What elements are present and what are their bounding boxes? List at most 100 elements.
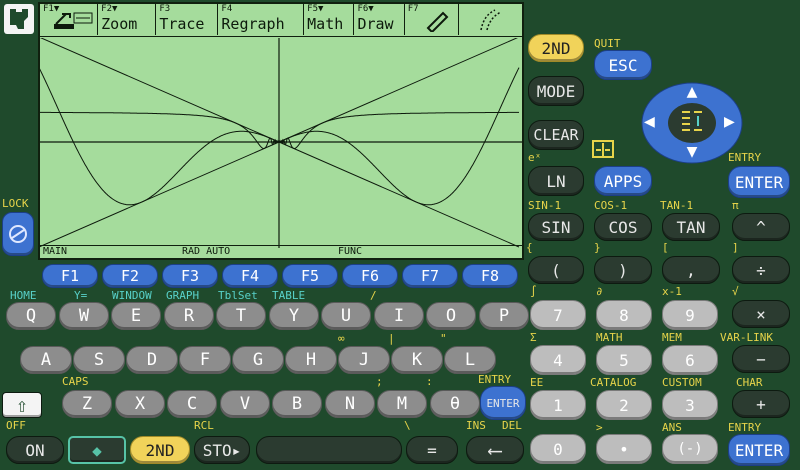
- key-l[interactable]: L: [444, 346, 496, 374]
- sin-key[interactable]: SIN: [528, 213, 584, 241]
- key-4[interactable]: 4: [530, 345, 586, 375]
- key-j[interactable]: J: [338, 346, 390, 374]
- key-2[interactable]: 2: [596, 390, 652, 420]
- key-o[interactable]: O: [426, 302, 476, 330]
- key-q[interactable]: Q: [6, 302, 56, 330]
- toolbar-f7-pen[interactable]: F7: [405, 4, 459, 35]
- toolbar-f3-trace[interactable]: F3 Trace: [156, 4, 219, 35]
- esc-key[interactable]: ESC: [594, 50, 652, 80]
- enter-key-top[interactable]: ENTER: [728, 166, 790, 198]
- on-key[interactable]: ON: [6, 436, 64, 464]
- negate-key[interactable]: (-): [662, 434, 718, 464]
- toolbar-f4-regraph[interactable]: F4 Regraph: [218, 4, 305, 35]
- hand-lock-key[interactable]: [2, 212, 34, 256]
- key-g[interactable]: G: [232, 346, 284, 374]
- key-0[interactable]: 0: [530, 434, 586, 464]
- toolbar-f8-more[interactable]: [459, 4, 522, 35]
- multiply-key[interactable]: ×: [732, 300, 790, 328]
- key-z[interactable]: Z: [62, 390, 112, 418]
- key-v[interactable]: V: [220, 390, 270, 418]
- function-key-4[interactable]: F4: [222, 264, 278, 288]
- sto-key[interactable]: STO▸: [194, 436, 250, 464]
- key-5[interactable]: 5: [596, 345, 652, 375]
- divide-key[interactable]: ÷: [732, 256, 790, 284]
- label-entry-top: ENTRY: [728, 151, 762, 164]
- key-8[interactable]: 8: [596, 300, 652, 330]
- key-p[interactable]: P: [479, 302, 529, 330]
- space-key[interactable]: [256, 436, 402, 464]
- label-slash-yellow: /: [370, 289, 377, 302]
- label-pipe: |: [388, 332, 395, 345]
- equals-key[interactable]: =: [406, 436, 458, 464]
- enter-key-middle[interactable]: ENTER: [480, 386, 526, 420]
- key-d[interactable]: D: [126, 346, 178, 374]
- power-key[interactable]: ^: [732, 213, 790, 241]
- tan-key[interactable]: TAN: [662, 213, 720, 241]
- rparen-key[interactable]: ): [594, 256, 652, 284]
- arrow-right-icon[interactable]: ▶: [724, 114, 742, 132]
- backspace-key[interactable]: ⟵: [466, 436, 524, 464]
- key-6[interactable]: 6: [662, 345, 718, 375]
- lparen-key[interactable]: (: [528, 256, 584, 284]
- label-ex: eˣ: [528, 151, 542, 164]
- arrow-left-icon[interactable]: ◀: [644, 114, 662, 132]
- function-key-2[interactable]: F2: [102, 264, 158, 288]
- key-t[interactable]: T: [216, 302, 266, 330]
- apps-key[interactable]: APPS: [594, 166, 652, 196]
- key-f[interactable]: F: [179, 346, 231, 374]
- second-key-top[interactable]: 2ND: [528, 34, 584, 62]
- function-key-3[interactable]: F3: [162, 264, 218, 288]
- function-key-5[interactable]: F5: [282, 264, 338, 288]
- arrow-up-icon[interactable]: ▲: [678, 84, 706, 102]
- key-u[interactable]: U: [321, 302, 371, 330]
- decimal-key[interactable]: •: [596, 434, 652, 464]
- status-mode: RAD AUTO: [182, 246, 231, 257]
- function-key-7[interactable]: F7: [402, 264, 458, 288]
- toolbar-f1-tools[interactable]: F1▼: [40, 4, 99, 35]
- dotted-arrows-icon: [480, 9, 502, 31]
- label-del: DEL: [502, 419, 522, 432]
- key-a[interactable]: A: [20, 346, 72, 374]
- key-h[interactable]: H: [285, 346, 337, 374]
- plus-key[interactable]: +: [732, 390, 790, 418]
- key-3[interactable]: 3: [662, 390, 718, 420]
- arrow-down-icon[interactable]: ▼: [678, 144, 706, 162]
- cos-key[interactable]: COS: [594, 213, 652, 241]
- label-ins: INS: [466, 419, 486, 432]
- key-x[interactable]: X: [115, 390, 165, 418]
- comma-key[interactable]: ,: [662, 256, 720, 284]
- function-key-8[interactable]: F8: [462, 264, 518, 288]
- toolbar-f6-draw[interactable]: F6▼ Draw: [354, 4, 405, 35]
- key-w[interactable]: W: [59, 302, 109, 330]
- key-theta[interactable]: θ: [430, 390, 480, 418]
- toolbar-f2-zoom[interactable]: F2▼ Zoom: [98, 4, 157, 35]
- clear-key[interactable]: CLEAR: [528, 120, 584, 150]
- diamond-key[interactable]: ◆: [68, 436, 126, 464]
- label-cos1: COS-1: [594, 199, 628, 212]
- second-key-bottom[interactable]: 2ND: [130, 436, 190, 464]
- pencil-icon: [426, 11, 449, 32]
- label-brace-r: }: [594, 241, 601, 254]
- key-y[interactable]: Y: [269, 302, 319, 330]
- ln-key[interactable]: LN: [528, 166, 584, 196]
- enter-key-bottom[interactable]: ENTER: [728, 434, 790, 466]
- key-m[interactable]: M: [377, 390, 427, 418]
- key-n[interactable]: N: [325, 390, 375, 418]
- function-key-6[interactable]: F6: [342, 264, 398, 288]
- key-7[interactable]: 7: [530, 300, 586, 330]
- toolbar-f5-math[interactable]: F5▼ Math: [304, 4, 355, 35]
- key-k[interactable]: K: [391, 346, 443, 374]
- mode-key[interactable]: MODE: [528, 76, 584, 106]
- shift-key[interactable]: ⇧: [2, 392, 42, 418]
- key-e[interactable]: E: [111, 302, 161, 330]
- minus-key[interactable]: −: [732, 345, 790, 373]
- key-1[interactable]: 1: [530, 390, 586, 420]
- key-c[interactable]: C: [167, 390, 217, 418]
- key-i[interactable]: I: [374, 302, 424, 330]
- label-backslash: \: [404, 419, 411, 432]
- key-s[interactable]: S: [73, 346, 125, 374]
- function-key-1[interactable]: F1: [42, 264, 98, 288]
- key-r[interactable]: R: [164, 302, 214, 330]
- key-b[interactable]: B: [272, 390, 322, 418]
- key-9[interactable]: 9: [662, 300, 718, 330]
